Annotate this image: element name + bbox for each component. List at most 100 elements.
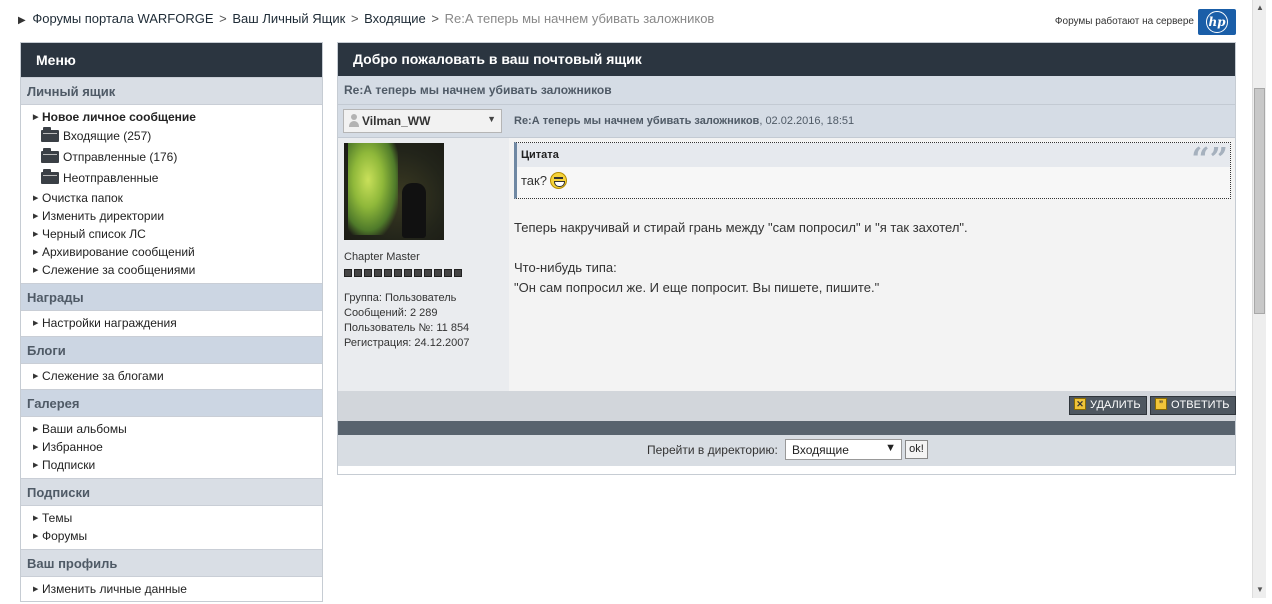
rank-pip bbox=[374, 269, 382, 277]
section-head-personal-box: Личный ящик bbox=[21, 77, 322, 105]
chevron-down-icon: ▼ bbox=[885, 442, 896, 454]
bullet-icon: ▶ bbox=[33, 514, 39, 522]
breadcrumb-arrow-icon: ▶ bbox=[18, 15, 26, 26]
quote-marks-icon: “” bbox=[1191, 140, 1228, 178]
breadcrumb-current: Re:А теперь мы начнем убивать заложников bbox=[444, 11, 715, 26]
rank-pip bbox=[394, 269, 402, 277]
author-user-number: Пользователь №: 11 854 bbox=[344, 322, 470, 334]
sidebar-item-label: Темы bbox=[42, 511, 73, 525]
author-dropdown[interactable]: Vilman_WW ▼ bbox=[343, 109, 502, 133]
post-actions: ✕ УДАЛИТЬ ” ОТВЕТИТЬ bbox=[338, 391, 1236, 421]
avatar-tree bbox=[348, 143, 398, 235]
sidebar-item-edit-folders[interactable]: ▶ Изменить директории bbox=[21, 207, 322, 225]
bullet-icon: ▶ bbox=[33, 266, 39, 274]
rank-pip bbox=[454, 269, 462, 277]
sidebar-item-label: Слежение за сообщениями bbox=[42, 263, 196, 277]
sidebar-item-label: Новое личное сообщение bbox=[42, 110, 196, 124]
post-body: Chapter Master Группа: Пользователь Сооб… bbox=[338, 138, 1235, 391]
hp-logo-mark: hp bbox=[1206, 11, 1228, 33]
section-items-blogs: ▶ Слежение за блогами bbox=[21, 364, 322, 389]
sidebar-item-label: Очистка папок bbox=[42, 191, 123, 205]
breadcrumb-link-inbox-box[interactable]: Ваш Личный Ящик bbox=[232, 11, 345, 26]
bullet-icon: ▶ bbox=[33, 425, 39, 433]
sidebar-item-topics[interactable]: ▶ Темы bbox=[21, 509, 322, 527]
sidebar-item-label: Черный список ЛС bbox=[42, 227, 146, 241]
scroll-up-icon[interactable]: ▲ bbox=[1253, 0, 1267, 16]
author-info: Группа: Пользователь Сообщений: 2 289 По… bbox=[344, 291, 469, 351]
avatar-figure bbox=[402, 183, 426, 238]
sidebar-item-label: Входящие (257) bbox=[63, 129, 152, 143]
section-items-gallery: ▶ Ваши альбомы ▶ Избранное ▶ Подписки bbox=[21, 417, 322, 478]
section-head-profile: Ваш профиль bbox=[21, 549, 322, 577]
hp-logo[interactable]: hp bbox=[1198, 9, 1236, 35]
jump-label: Перейти в директорию: bbox=[647, 443, 778, 457]
sidebar-item-blacklist[interactable]: ▶ Черный список ЛС bbox=[21, 225, 322, 243]
rank-pip bbox=[344, 269, 352, 277]
bullet-icon: ▶ bbox=[33, 113, 39, 121]
main-title: Добро пожаловать в ваш почтовый ящик bbox=[338, 43, 1235, 76]
rank-pip bbox=[444, 269, 452, 277]
ok-button[interactable]: ok! bbox=[905, 440, 928, 459]
folder-jump: Перейти в директорию: Входящие ▼ ok! bbox=[338, 435, 1235, 466]
sidebar-item-label: Ваши альбомы bbox=[42, 422, 127, 436]
bullet-icon: ▶ bbox=[33, 248, 39, 256]
sidebar-item-track-blogs[interactable]: ▶ Слежение за блогами bbox=[21, 367, 322, 385]
sidebar-folder-sent[interactable]: Отправленные (176) bbox=[21, 147, 322, 168]
sidebar-item-new-message[interactable]: ▶ Новое личное сообщение bbox=[21, 108, 322, 126]
sidebar-item-track-messages[interactable]: ▶ Слежение за сообщениями bbox=[21, 261, 322, 279]
scrollbar-thumb[interactable] bbox=[1254, 88, 1265, 314]
sidebar-item-favorites[interactable]: ▶ Избранное bbox=[21, 438, 322, 456]
section-items-personal-box: ▶ Новое личное сообщение Входящие (257) О… bbox=[21, 105, 322, 283]
sidebar-item-label: Неотправленные bbox=[63, 171, 159, 185]
section-items-awards: ▶ Настройки награждения bbox=[21, 311, 322, 336]
section-head-subscriptions: Подписки bbox=[21, 478, 322, 506]
message-text: Теперь накручивай и стирай грань между "… bbox=[514, 218, 968, 298]
reply-button[interactable]: ” ОТВЕТИТЬ bbox=[1150, 396, 1236, 415]
section-items-subscriptions: ▶ Темы ▶ Форумы bbox=[21, 506, 322, 549]
section-items-profile: ▶ Изменить личные данные bbox=[21, 577, 322, 601]
sidebar-item-forums[interactable]: ▶ Форумы bbox=[21, 527, 322, 545]
bullet-icon: ▶ bbox=[33, 372, 39, 380]
rank-pip bbox=[364, 269, 372, 277]
post-header: Vilman_WW ▼ Re:А теперь мы начнем убиват… bbox=[338, 105, 1235, 138]
sidebar-item-edit-profile[interactable]: ▶ Изменить личные данные bbox=[21, 580, 322, 598]
author-column: Chapter Master Группа: Пользователь Сооб… bbox=[338, 138, 509, 391]
rank-pip bbox=[424, 269, 432, 277]
author-posts: Сообщений: 2 289 bbox=[344, 307, 438, 319]
quote-text-row: так? bbox=[517, 167, 1230, 190]
message-column: Цитата “” так? Теперь накручивай и стира… bbox=[509, 138, 1235, 391]
sidebar-item-gallery-subscriptions[interactable]: ▶ Подписки bbox=[21, 456, 322, 474]
sidebar-item-label: Подписки bbox=[42, 458, 96, 472]
breadcrumb-link-forums[interactable]: Форумы портала WARFORGE bbox=[32, 11, 213, 26]
author-group: Группа: Пользователь bbox=[344, 292, 457, 304]
bullet-icon: ▶ bbox=[33, 532, 39, 540]
divider-bar bbox=[338, 421, 1235, 435]
rank-pip bbox=[354, 269, 362, 277]
bullet-icon: ▶ bbox=[33, 461, 39, 469]
message-line: Что-нибудь типа: bbox=[514, 260, 617, 275]
delete-button[interactable]: ✕ УДАЛИТЬ bbox=[1069, 396, 1147, 415]
main-panel: Добро пожаловать в ваш почтовый ящик Re:… bbox=[337, 42, 1236, 475]
sidebar-folder-unsent[interactable]: Неотправленные bbox=[21, 168, 322, 189]
quote-icon: ” bbox=[1155, 398, 1167, 411]
bullet-icon: ▶ bbox=[33, 319, 39, 327]
author-registered: Регистрация: 24.12.2007 bbox=[344, 337, 470, 349]
sidebar-item-archive[interactable]: ▶ Архивирование сообщений bbox=[21, 243, 322, 261]
quote-block: Цитата “” так? bbox=[514, 142, 1231, 199]
sidebar-item-award-settings[interactable]: ▶ Настройки награждения bbox=[21, 314, 322, 332]
page-scrollbar[interactable]: ▲ ▼ bbox=[1252, 0, 1266, 598]
bullet-icon: ▶ bbox=[33, 443, 39, 451]
folder-icon bbox=[41, 126, 59, 142]
scroll-down-icon[interactable]: ▼ bbox=[1253, 582, 1267, 598]
message-subject: Re:А теперь мы начнем убивать заложников bbox=[338, 76, 1235, 105]
folder-select[interactable]: Входящие ▼ bbox=[785, 439, 902, 460]
sidebar-folder-inbox[interactable]: Входящие (257) bbox=[21, 126, 322, 147]
breadcrumb-link-incoming[interactable]: Входящие bbox=[364, 11, 426, 26]
message-gap bbox=[514, 238, 968, 258]
folder-icon bbox=[41, 147, 59, 163]
sidebar-item-clear-folders[interactable]: ▶ Очистка папок bbox=[21, 189, 322, 207]
sidebar-item-label: Архивирование сообщений bbox=[42, 245, 195, 259]
sidebar-item-albums[interactable]: ▶ Ваши альбомы bbox=[21, 420, 322, 438]
avatar[interactable] bbox=[344, 143, 444, 240]
post-subject: Re:А теперь мы начнем убивать заложников bbox=[514, 115, 760, 127]
